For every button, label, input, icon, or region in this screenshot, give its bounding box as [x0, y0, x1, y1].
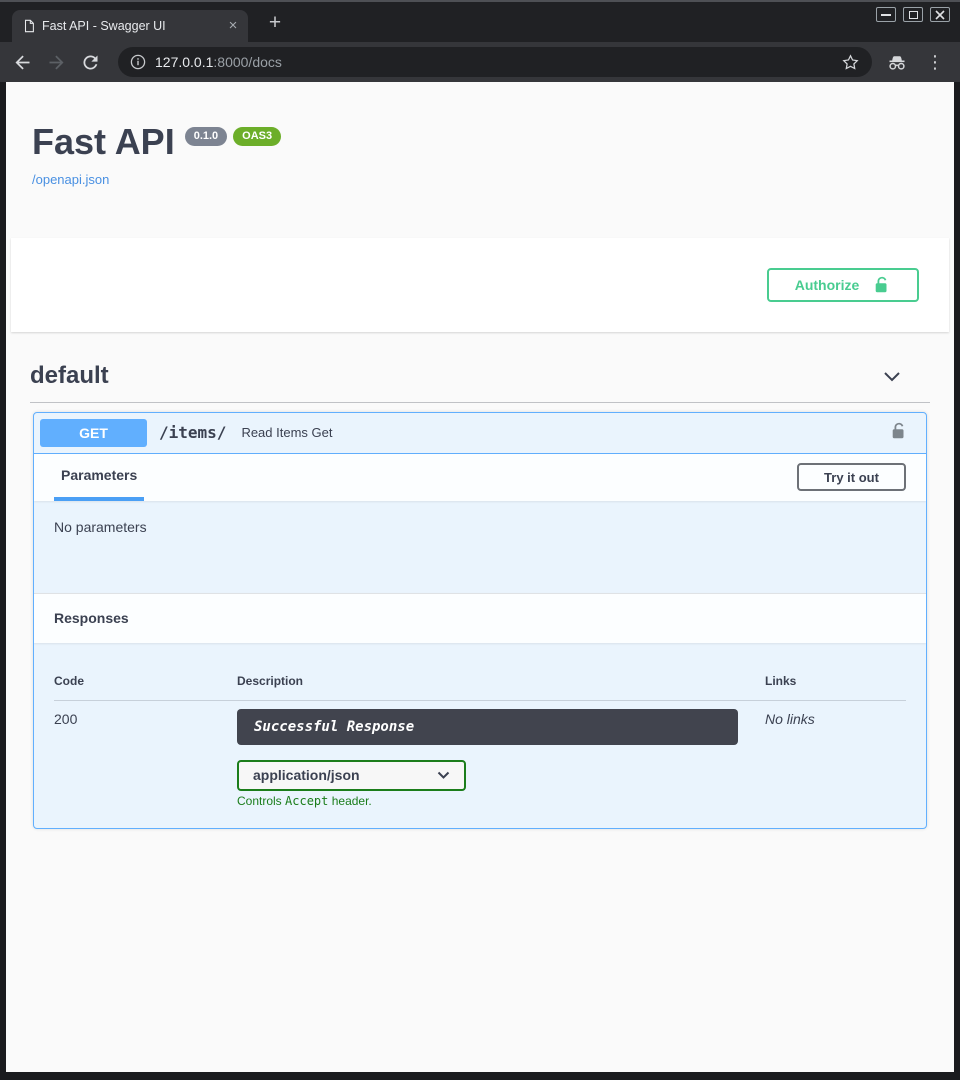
url-text: 127.0.0.1:8000/docs: [155, 54, 282, 70]
responses-table: Code Description Links 200 Successful Re…: [34, 643, 926, 828]
window-controls: [876, 7, 950, 22]
responses-table-header: Code Description Links: [54, 660, 906, 701]
response-row-200: 200 Successful Response application/json…: [54, 701, 906, 808]
parameters-header: Parameters Try it out: [34, 454, 926, 501]
api-title-row: Fast API 0.1.0 OAS3: [32, 122, 928, 162]
forward-icon[interactable]: [46, 52, 67, 73]
operation-description: Read Items Get: [241, 425, 332, 440]
address-bar[interactable]: 127.0.0.1:8000/docs: [118, 47, 872, 77]
authorize-label: Authorize: [795, 277, 860, 293]
browser-menu-icon[interactable]: ⋮: [922, 53, 948, 71]
browser-titlebar: Fast API - Swagger UI × +: [0, 0, 960, 42]
operation-path: /items/: [159, 423, 226, 442]
page-info-icon[interactable]: [130, 54, 146, 70]
browser-tab[interactable]: Fast API - Swagger UI ×: [12, 10, 248, 42]
unlock-icon: [873, 276, 891, 294]
responses-header: Responses: [34, 593, 926, 643]
api-info-section: Fast API 0.1.0 OAS3 /openapi.json: [6, 82, 954, 189]
hint-suffix: header.: [328, 794, 371, 808]
tab-title: Fast API - Swagger UI: [42, 19, 218, 33]
authorize-button[interactable]: Authorize: [767, 268, 919, 302]
operation-auth-button[interactable]: [890, 422, 908, 443]
hint-prefix: Controls: [237, 794, 285, 808]
responses-title: Responses: [54, 610, 129, 626]
openapi-spec-link[interactable]: /openapi.json: [32, 172, 109, 187]
unlock-icon: [890, 422, 908, 440]
column-description: Description: [237, 674, 765, 688]
url-host: 127.0.0.1: [155, 54, 213, 70]
scheme-container: Authorize: [11, 238, 949, 332]
chevron-down-icon[interactable]: [882, 366, 902, 386]
close-button[interactable]: [930, 7, 950, 22]
response-links: No links: [765, 709, 906, 808]
response-description: Successful Response: [237, 709, 738, 745]
maximize-button[interactable]: [903, 7, 923, 22]
oas3-badge: OAS3: [233, 127, 281, 146]
close-icon: [935, 10, 945, 20]
page-viewport: Fast API 0.1.0 OAS3 /openapi.json Author…: [0, 82, 960, 1080]
response-code: 200: [54, 709, 237, 808]
select-chevron-icon: [437, 771, 450, 780]
tab-close-icon[interactable]: ×: [224, 17, 242, 35]
tag-name: default: [30, 362, 109, 390]
back-icon[interactable]: [12, 52, 33, 73]
reload-icon[interactable]: [80, 52, 101, 73]
media-type-value: application/json: [253, 767, 360, 783]
browser-toolbar: 127.0.0.1:8000/docs ⋮: [0, 42, 960, 82]
new-tab-button[interactable]: +: [262, 11, 288, 37]
response-description-cell: Successful Response application/json Con…: [237, 709, 765, 808]
page-title: Fast API: [32, 122, 175, 162]
hint-code: Accept: [285, 794, 328, 808]
column-links: Links: [765, 674, 906, 688]
bookmark-star-icon[interactable]: [841, 53, 860, 72]
media-type-select[interactable]: application/json: [237, 760, 466, 791]
title-badges: 0.1.0 OAS3: [185, 127, 281, 162]
tag-section-header[interactable]: default: [30, 362, 930, 403]
operation-block-get-items: GET /items/ Read Items Get Parameters Tr…: [33, 412, 927, 829]
page-favicon-icon: [22, 18, 36, 34]
no-parameters-text: No parameters: [34, 501, 926, 593]
maximize-icon: [909, 11, 918, 19]
column-code: Code: [54, 674, 237, 688]
accept-header-hint: Controls Accept header.: [237, 794, 765, 808]
operation-summary[interactable]: GET /items/ Read Items Get: [34, 413, 926, 454]
try-it-out-button[interactable]: Try it out: [797, 463, 906, 491]
minimize-button[interactable]: [876, 7, 896, 22]
minimize-icon: [881, 14, 891, 16]
url-path: :8000/docs: [213, 54, 282, 70]
method-badge: GET: [40, 419, 147, 447]
version-badge: 0.1.0: [185, 127, 227, 146]
incognito-icon: [885, 50, 909, 74]
tab-parameters: Parameters: [54, 454, 144, 501]
